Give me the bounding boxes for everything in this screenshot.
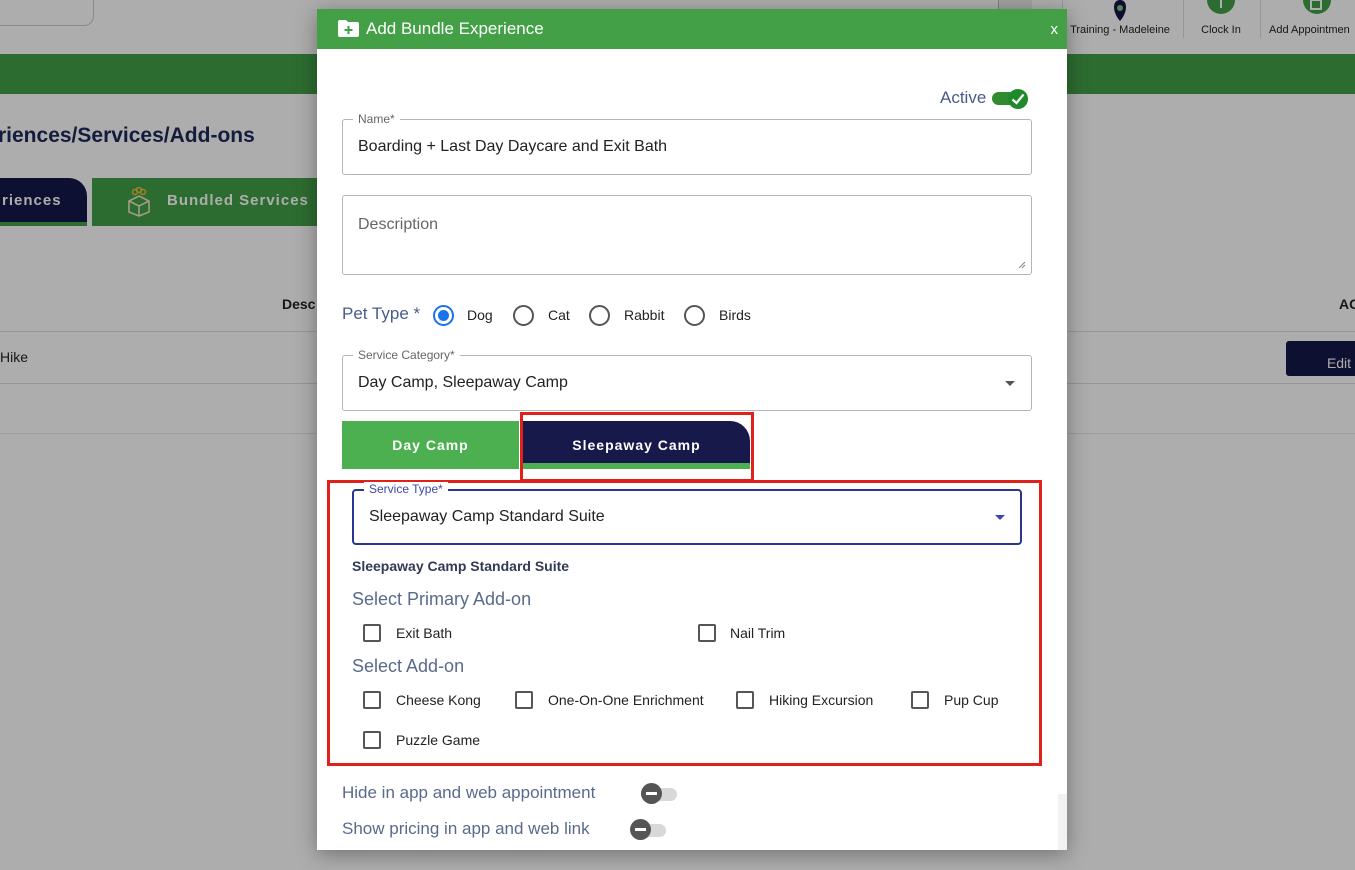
- primary-addon-heading: Select Primary Add-on: [352, 589, 532, 609]
- folder-add-icon: [338, 20, 359, 37]
- chevron-down-icon: [1005, 381, 1015, 386]
- pet-type-label: Pet Type *: [342, 304, 421, 323]
- show-pricing-toggle[interactable]: [630, 819, 668, 841]
- checkbox-hiking-excursion[interactable]: [736, 691, 754, 709]
- checkbox-one-on-one-enrichment[interactable]: [515, 691, 533, 709]
- modal-scrollbar[interactable]: [1058, 794, 1067, 850]
- addon-heading: Select Add-on: [352, 656, 465, 676]
- checkbox-exit-bath-label: Exit Bath: [396, 625, 453, 641]
- service-category-label: Service Category*: [353, 348, 460, 362]
- checkbox-one-on-one-enrichment-label: One-On-One Enrichment: [548, 692, 704, 708]
- hide-in-app-label: Hide in app and web appointment: [342, 783, 596, 802]
- active-label: Active: [940, 88, 987, 107]
- checkbox-hiking-excursion-label: Hiking Excursion: [769, 692, 874, 708]
- name-field-value: Boarding + Last Day Daycare and Exit Bat…: [358, 138, 668, 155]
- radio-rabbit[interactable]: [589, 305, 610, 326]
- checkbox-nail-trim[interactable]: [698, 624, 716, 642]
- show-pricing-toggle-knob: [630, 819, 651, 840]
- service-type-value: Sleepaway Camp Standard Suite: [369, 508, 605, 525]
- radio-cat-label: Cat: [548, 307, 570, 323]
- hide-in-app-toggle[interactable]: [641, 783, 679, 805]
- close-button[interactable]: x: [1051, 21, 1059, 38]
- checkbox-puzzle-game[interactable]: [363, 731, 381, 749]
- active-toggle[interactable]: [992, 89, 1029, 109]
- service-category-select[interactable]: Service Category* Day Camp, Sleepaway Ca…: [342, 348, 1032, 411]
- chevron-down-icon: [995, 515, 1005, 520]
- checkbox-cheese-kong-label: Cheese Kong: [396, 692, 481, 708]
- description-field[interactable]: Description: [342, 195, 1032, 275]
- check-icon: [1011, 93, 1025, 105]
- service-category-value: Day Camp, Sleepaway Camp: [358, 374, 568, 391]
- checkbox-exit-bath[interactable]: [363, 624, 381, 642]
- radio-birds-label: Birds: [719, 307, 751, 323]
- radio-birds[interactable]: [684, 305, 705, 326]
- checkbox-pup-cup-label: Pup Cup: [944, 692, 999, 708]
- service-type-select[interactable]: Service Type* Sleepaway Camp Standard Su…: [352, 482, 1022, 545]
- radio-dog[interactable]: [433, 305, 454, 326]
- radio-dog-label: Dog: [467, 307, 493, 323]
- resize-grip-icon[interactable]: [1018, 261, 1026, 269]
- checkbox-cheese-kong[interactable]: [363, 691, 381, 709]
- add-bundle-modal: Add Bundle Experience x Active Name* Boa…: [317, 9, 1067, 850]
- suite-title: Sleepaway Camp Standard Suite: [352, 558, 570, 574]
- radio-rabbit-label: Rabbit: [624, 307, 665, 323]
- hide-in-app-toggle-knob: [641, 783, 662, 804]
- checkbox-puzzle-game-label: Puzzle Game: [396, 732, 481, 748]
- modal-header: Add Bundle Experience x: [317, 9, 1067, 49]
- show-pricing-label: Show pricing in app and web link: [342, 819, 590, 838]
- checkbox-pup-cup[interactable]: [911, 691, 929, 709]
- service-type-label: Service Type*: [364, 482, 448, 496]
- highlight-box-tab: [520, 412, 754, 482]
- radio-cat[interactable]: [513, 305, 534, 326]
- checkbox-nail-trim-label: Nail Trim: [730, 625, 786, 641]
- modal-title: Add Bundle Experience: [366, 19, 544, 38]
- tab-day-camp[interactable]: Day Camp: [342, 421, 519, 469]
- description-placeholder: Description: [358, 216, 439, 233]
- name-field-label: Name*: [353, 112, 400, 126]
- name-field[interactable]: Name* Boarding + Last Day Daycare and Ex…: [342, 112, 1032, 175]
